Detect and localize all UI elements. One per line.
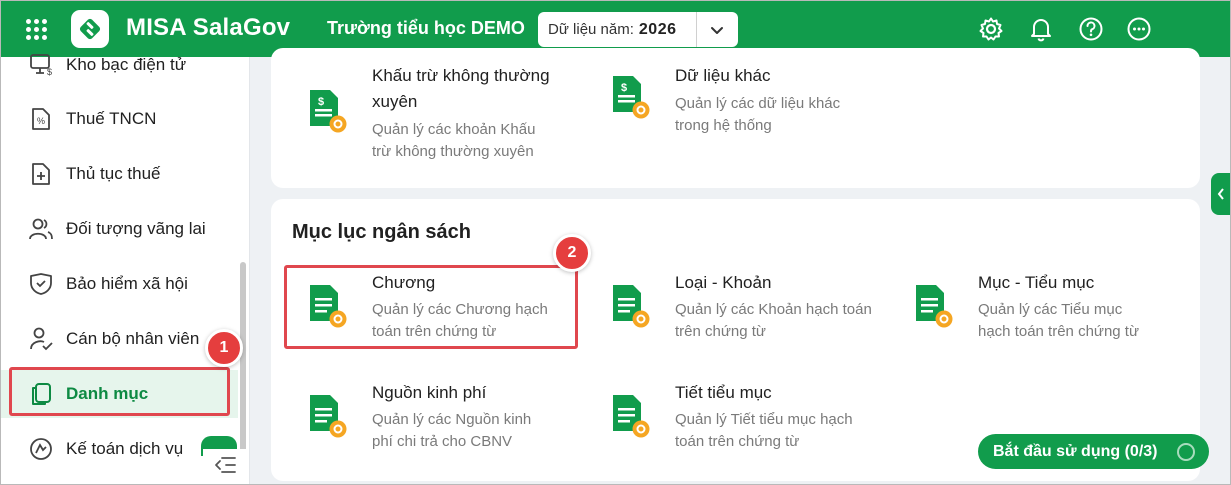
document-gear-icon: [613, 395, 650, 438]
insurance-shield-icon: [30, 273, 52, 295]
svg-text:$: $: [47, 67, 52, 77]
settings-icon[interactable]: [978, 16, 1004, 42]
sidebar-item-label: Kho bạc điện tử: [66, 55, 187, 74]
sidebar-item-social-insurance[interactable]: Bảo hiểm xã hội: [0, 260, 238, 308]
organization-name[interactable]: Trường tiểu học DEMO: [327, 18, 525, 39]
treasury-monitor-icon: $: [30, 54, 52, 77]
item-title: Nguồn kinh phí: [372, 383, 487, 402]
sidebar-item-pit[interactable]: % Thuế TNCN: [0, 95, 238, 143]
section-title: Mục lục ngân sách: [292, 221, 471, 243]
year-label: Dữ liệu năm:: [548, 21, 634, 38]
collapse-icon: [215, 457, 236, 473]
sidebar-item-label: Bảo hiểm xã hội: [66, 274, 188, 293]
apps-icon[interactable]: [24, 17, 48, 41]
user-check-icon: [30, 327, 53, 351]
sidebar-item-label: Thuế TNCN: [66, 109, 157, 128]
item-title: Dữ liệu khác: [675, 66, 771, 85]
step-badge-1: 1: [205, 329, 243, 367]
right-panel-toggle[interactable]: [1211, 173, 1231, 215]
item-title-line2: xuyên: [372, 92, 418, 111]
item-description: Quản lý các dữ liệu khác trong hệ thống: [675, 95, 841, 134]
item-description: Quản lý các Nguồn kinh phí chi trả cho C…: [372, 411, 532, 450]
progress-ring-icon: [1177, 443, 1195, 461]
people-icon: [29, 218, 53, 240]
item-description: Quản lý các Tiểu mục hạch toán trên chứn…: [978, 301, 1140, 340]
item-title: Loại - Khoản: [675, 273, 772, 292]
document-gear-icon: [613, 285, 650, 328]
item-description: Quản lý các khoản Khấu trừ không thường …: [372, 121, 536, 160]
sidebar-item-label: Cán bộ nhân viên: [66, 329, 200, 348]
sidebar-item-label: Đối tượng vãng lai: [66, 219, 206, 238]
bell-icon[interactable]: [1028, 16, 1054, 42]
sidebar-item-staff[interactable]: Cán bộ nhân viên: [0, 315, 238, 363]
document-gear-icon: $: [310, 90, 347, 133]
sidebar-item-visitors[interactable]: Đối tượng vãng lai: [0, 205, 238, 253]
getting-started-button[interactable]: Bắt đầu sử dụng (0/3): [978, 434, 1209, 469]
sidebar-item-label: Kế toán dịch vụ: [66, 439, 184, 458]
chevron-down-icon[interactable]: [708, 21, 726, 39]
svg-text:$: $: [318, 96, 324, 108]
app-brand: MISA SalaGov: [126, 14, 291, 41]
item-description: Quản lý Tiết tiểu mục hạch toán trên chứ…: [675, 411, 853, 450]
item-description: Quản lý các Khoản hạch toán trên chứng t…: [675, 301, 872, 340]
document-gear-icon: [916, 285, 953, 328]
sidebar: $ Kho bạc điện tử % Thuế TNCN Thủ tục th…: [0, 54, 250, 485]
accounting-icon: [30, 438, 52, 460]
svg-text:$: $: [621, 82, 627, 94]
item-title: Khấu trừ không thường: [372, 66, 550, 85]
help-icon[interactable]: [1078, 16, 1104, 42]
sidebar-item-tax-procedure[interactable]: Thủ tục thuế: [0, 150, 238, 198]
tax-document-icon: %: [32, 108, 50, 130]
getting-started-label: Bắt đầu sử dụng (0/3): [993, 442, 1158, 460]
item-title: Mục - Tiểu mục: [978, 273, 1095, 292]
document-gear-icon: [310, 395, 347, 438]
sidebar-item-label: Thủ tục thuế: [66, 164, 161, 183]
sidebar-scrollbar[interactable]: [240, 262, 246, 452]
collapse-sidebar-button[interactable]: [203, 449, 247, 481]
year-value: 2026: [638, 20, 677, 38]
card-deductions: $ Khấu trừ không thường xuyên Quản lý cá…: [271, 48, 1200, 188]
data-year-select[interactable]: Dữ liệu năm: 2026: [538, 12, 738, 47]
add-document-icon: [32, 163, 50, 185]
document-gear-icon: $: [613, 76, 650, 119]
item-title: Tiết tiểu mục: [675, 383, 772, 402]
more-icon[interactable]: [1126, 16, 1152, 42]
catalog-highlight: [9, 367, 230, 416]
svg-text:%: %: [37, 116, 45, 126]
chuong-highlight: [284, 265, 578, 349]
chevron-left-icon: [1217, 188, 1224, 200]
sidebar-item-treasury[interactable]: $ Kho bạc điện tử: [0, 41, 238, 89]
step-badge-2: 2: [553, 234, 591, 272]
